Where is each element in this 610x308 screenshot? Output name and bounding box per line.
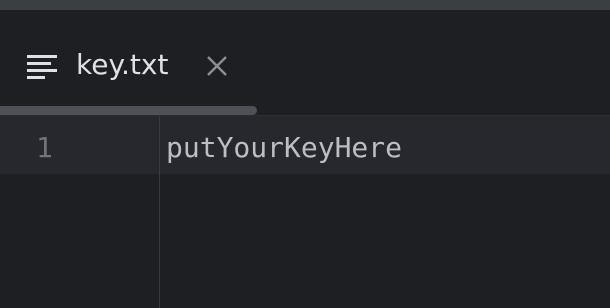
editor-tab-bar: key.txt (0, 10, 610, 116)
code-editor[interactable]: 1 putYourKeyHere (0, 116, 610, 308)
tab-label: key.txt (76, 48, 169, 81)
line-number: 1 (36, 131, 53, 164)
gutter-separator (159, 116, 160, 308)
text-lines-icon (27, 54, 59, 80)
close-icon[interactable] (205, 54, 229, 78)
window-top-strip (0, 0, 610, 10)
tab-key-txt[interactable]: key.txt (0, 34, 258, 98)
code-line[interactable]: putYourKeyHere (166, 130, 402, 166)
tab-scrollbar-thumb[interactable] (0, 106, 257, 115)
